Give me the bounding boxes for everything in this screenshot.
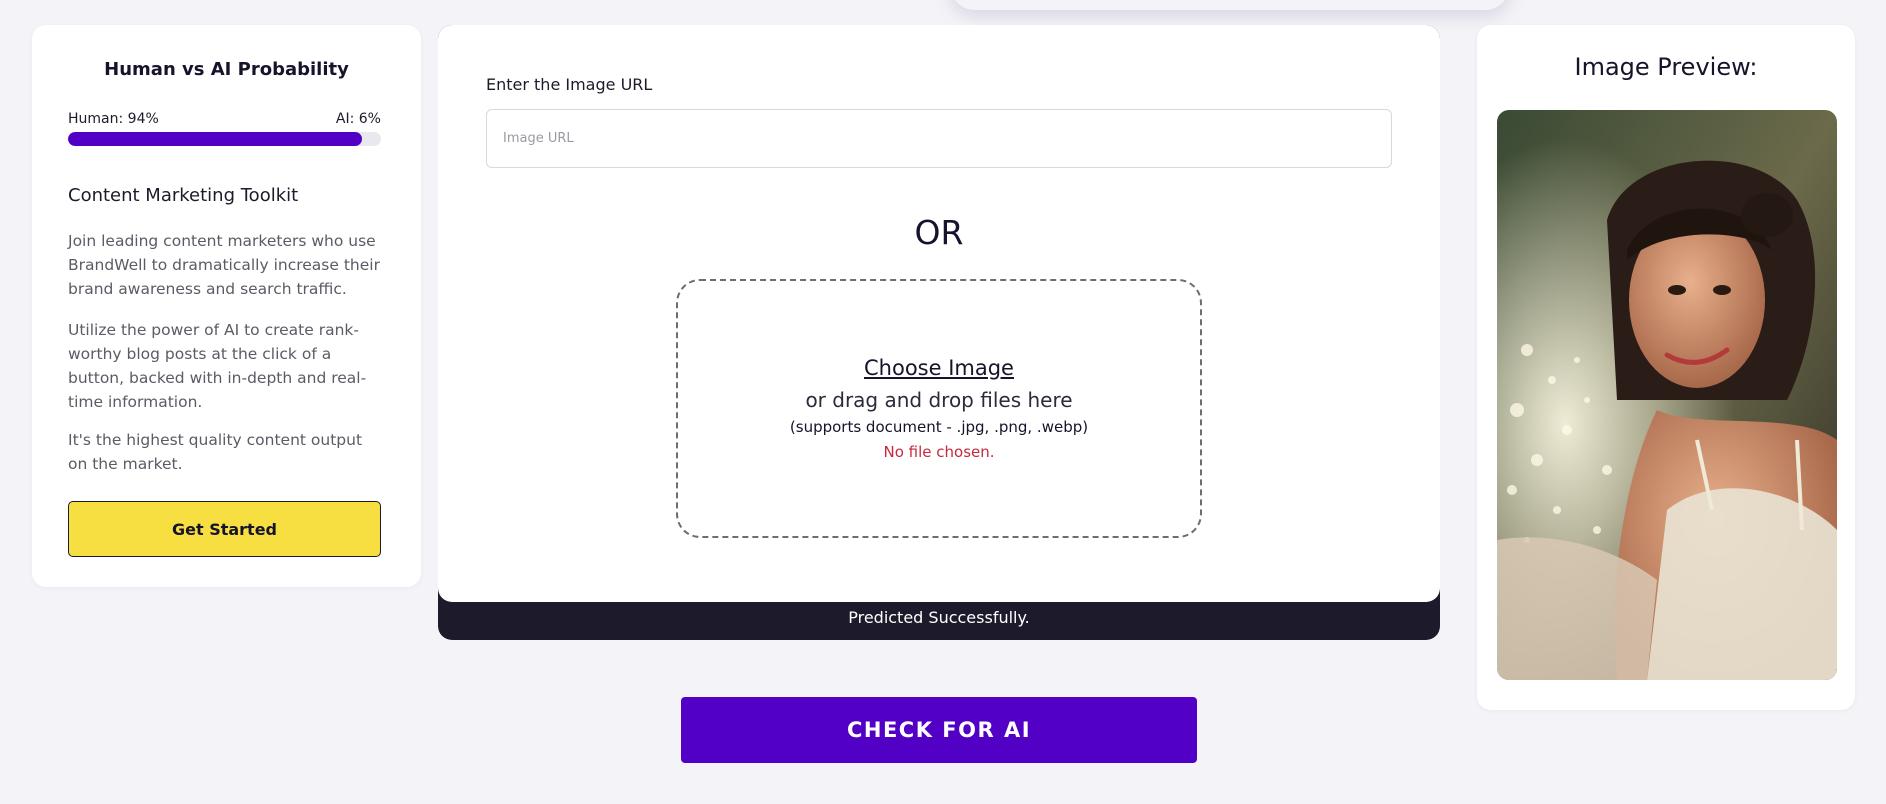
file-status-text: No file chosen. bbox=[883, 443, 995, 461]
toolkit-paragraph: Join leading content marketers who use B… bbox=[68, 232, 380, 298]
probability-title: Human vs AI Probability bbox=[104, 59, 349, 80]
ai-percent-label: AI: 6% bbox=[335, 111, 381, 127]
drag-drop-text: or drag and drop files here bbox=[805, 388, 1073, 412]
file-dropzone[interactable]: Choose Image or drag and drop files here… bbox=[676, 279, 1202, 538]
image-url-input[interactable] bbox=[486, 109, 1392, 168]
or-divider: OR bbox=[914, 213, 964, 252]
human-percent-label: Human: 94% bbox=[68, 111, 159, 127]
probability-card: Human vs AI Probability Human: 94% AI: 6… bbox=[32, 25, 421, 587]
status-message: Predicted Successfully. bbox=[848, 608, 1030, 627]
upload-panel: Enter the Image URL OR Choose Image or d… bbox=[438, 25, 1440, 640]
toolkit-paragraph: Utilize the power of AI to create rank-w… bbox=[68, 321, 367, 411]
probability-bar bbox=[68, 132, 381, 146]
preview-photo bbox=[1497, 110, 1837, 680]
toolkit-title: Content Marketing Toolkit bbox=[68, 185, 299, 206]
probability-bar-fill bbox=[68, 132, 363, 146]
get-started-button[interactable]: Get Started bbox=[68, 501, 381, 557]
probability-labels: Human: 94% AI: 6% bbox=[68, 111, 381, 127]
image-preview-title: Image Preview: bbox=[1574, 53, 1758, 81]
top-header-shadow bbox=[950, 0, 1510, 10]
toolkit-paragraph: It's the highest quality content output … bbox=[68, 431, 363, 473]
image-preview-card: Image Preview: bbox=[1477, 25, 1855, 710]
upload-card: Enter the Image URL OR Choose Image or d… bbox=[438, 25, 1440, 602]
supported-formats-text: (supports document - .jpg, .png, .webp) bbox=[789, 418, 1089, 436]
check-for-ai-button[interactable]: CHECK FOR AI bbox=[681, 697, 1197, 763]
choose-image-link[interactable]: Choose Image bbox=[678, 356, 1200, 380]
image-url-label: Enter the Image URL bbox=[486, 75, 653, 94]
